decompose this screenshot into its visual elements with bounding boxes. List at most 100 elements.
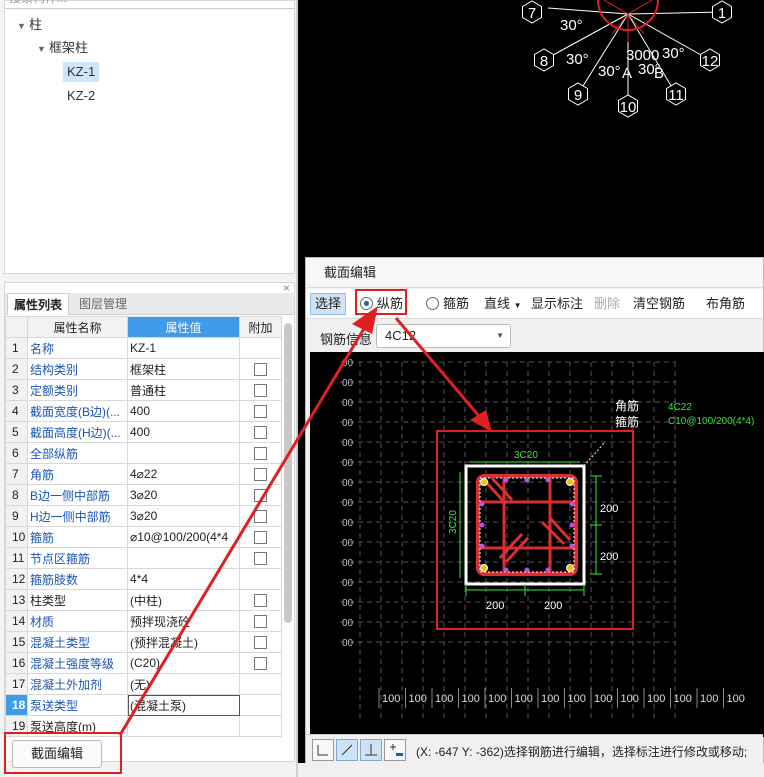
dimension-label[interactable]: 3C20 — [448, 510, 459, 534]
axis-node-icon[interactable]: 9 — [568, 82, 588, 106]
table-row[interactable]: 4 截面宽度(B边)(... 400 — [5, 400, 282, 422]
table-row[interactable]: 2 结构类别 框架柱 — [5, 358, 282, 380]
stirrup-radio[interactable]: 箍筋 — [426, 293, 469, 315]
extra-checkbox[interactable] — [254, 405, 267, 419]
table-row[interactable]: 11 节点区箍筋 — [5, 547, 282, 569]
property-value[interactable]: 普通柱 — [127, 379, 240, 401]
table-row[interactable]: 12 箍筋肢数 4*4 — [5, 568, 282, 590]
extra-checkbox[interactable] — [254, 657, 267, 671]
property-value[interactable]: 4*4 — [127, 568, 240, 590]
table-row[interactable]: 5 截面高度(H边)(... 400 — [5, 421, 282, 443]
side-rebar-dot[interactable] — [503, 477, 509, 483]
property-value[interactable]: 3⌀20 — [127, 484, 240, 506]
side-rebar-dot[interactable] — [569, 522, 575, 528]
property-value[interactable]: 框架柱 — [127, 358, 240, 380]
side-rebar-dot[interactable] — [545, 477, 551, 483]
table-row[interactable]: 9 H边一侧中部筋 3⌀20 — [5, 505, 282, 527]
extra-checkbox[interactable] — [254, 447, 267, 461]
corner-rebar-button[interactable]: 布角筋 — [706, 293, 745, 315]
table-row[interactable]: 15 混凝土类型 (预拌混凝土) — [5, 631, 282, 653]
property-value[interactable]: 400 — [127, 400, 240, 422]
scrollbar[interactable] — [284, 323, 292, 623]
table-row[interactable]: 18 泵送类型 (混凝土泵) — [5, 694, 282, 716]
side-rebar-dot[interactable] — [569, 501, 575, 507]
search-input[interactable]: 搜索构件... — [5, 0, 294, 9]
tree-node-frame-column[interactable]: ▼ 框架柱 — [37, 38, 88, 58]
extra-checkbox[interactable] — [254, 552, 267, 566]
snap-add-icon[interactable] — [384, 739, 406, 761]
side-rebar-dot[interactable] — [545, 567, 551, 573]
table-row[interactable]: 16 混凝土强度等级 (C20) — [5, 652, 282, 674]
axis-node-icon[interactable]: 8 — [534, 48, 554, 72]
axis-node-icon[interactable]: 7 — [522, 0, 542, 24]
property-value[interactable] — [127, 547, 240, 569]
tab-property-list[interactable]: 属性列表 — [7, 293, 70, 315]
dimension-label[interactable]: 200 — [486, 600, 504, 612]
property-value[interactable]: (混凝土泵) — [127, 694, 240, 716]
table-row[interactable]: 7 角筋 4⌀22 — [5, 463, 282, 485]
extra-checkbox[interactable] — [254, 636, 267, 650]
extra-checkbox[interactable] — [254, 510, 267, 524]
property-value[interactable]: 4⌀22 — [127, 463, 240, 485]
snap-diagonal-icon[interactable] — [336, 739, 358, 761]
corner-rebar-dot[interactable] — [566, 478, 574, 486]
side-rebar-dot[interactable] — [479, 522, 485, 528]
snap-corner-icon[interactable] — [312, 739, 334, 761]
dimension-label[interactable]: 3C20 — [514, 450, 538, 461]
collapse-arrow-icon[interactable]: ▼ — [17, 16, 29, 36]
tree-node-column[interactable]: ▼ 柱 — [17, 15, 42, 35]
extra-checkbox[interactable] — [254, 426, 267, 440]
property-value[interactable]: (预拌混凝土) — [127, 631, 240, 653]
collapse-arrow-icon[interactable]: ▼ — [37, 39, 49, 59]
side-rebar-dot[interactable] — [524, 477, 530, 483]
table-row[interactable]: 17 混凝土外加剂 (无) — [5, 673, 282, 695]
table-row[interactable]: 14 材质 预拌现浇砼 — [5, 610, 282, 632]
tree-node-kz1[interactable]: KZ-1 — [63, 62, 100, 82]
dimension-label[interactable]: 200 — [600, 503, 618, 515]
dimension-label[interactable]: 200 — [544, 600, 562, 612]
extra-checkbox[interactable] — [254, 489, 267, 503]
side-rebar-dot[interactable] — [524, 567, 530, 573]
corner-rebar-dot[interactable] — [480, 564, 488, 572]
extra-checkbox[interactable] — [254, 531, 267, 545]
stirrup-spec[interactable]: C10@100/200(4*4) — [668, 416, 754, 427]
property-value[interactable]: 3⌀20 — [127, 505, 240, 527]
property-value[interactable]: (C20) — [127, 652, 240, 674]
extra-checkbox[interactable] — [254, 363, 267, 377]
axis-node-icon[interactable]: 11 — [666, 82, 686, 106]
extra-checkbox[interactable] — [254, 384, 267, 398]
table-row[interactable]: 1 名称 KZ-1 — [5, 337, 282, 359]
show-dimension-button[interactable]: 显示标注 — [531, 293, 583, 315]
corner-rebar-dot[interactable] — [566, 564, 574, 572]
extra-checkbox[interactable] — [254, 615, 267, 629]
dimension-label[interactable]: 200 — [600, 551, 618, 563]
line-dropdown[interactable]: 直线 ▼ — [484, 293, 522, 315]
side-rebar-dot[interactable] — [503, 567, 509, 573]
extra-checkbox[interactable] — [254, 468, 267, 482]
longitudinal-radio[interactable]: 纵筋 — [360, 293, 403, 315]
delete-button[interactable]: 删除 — [594, 293, 620, 315]
side-rebar-dot[interactable] — [569, 543, 575, 549]
tab-layer-manage[interactable]: 图层管理 — [73, 293, 133, 315]
axis-node-icon[interactable]: 1 — [712, 0, 732, 24]
table-row[interactable]: 10 箍筋 ⌀10@100/200(4*4 — [5, 526, 282, 548]
property-value[interactable]: KZ-1 — [127, 337, 240, 359]
snap-perpendicular-icon[interactable] — [360, 739, 382, 761]
property-value[interactable]: ⌀10@100/200(4*4 — [127, 526, 240, 548]
side-rebar-dot[interactable] — [479, 501, 485, 507]
table-row[interactable]: 13 柱类型 (中柱) — [5, 589, 282, 611]
property-value[interactable]: (中柱) — [127, 589, 240, 611]
axis-node-icon[interactable]: 12 — [700, 48, 720, 72]
property-value[interactable]: (无) — [127, 673, 240, 695]
axis-node-icon[interactable]: 10 — [618, 94, 638, 118]
table-row[interactable]: 6 全部纵筋 — [5, 442, 282, 464]
section-canvas[interactable]: 00 00 00 00 00 00 00 00 00 00 00 00 00 00 00 100 100 100 1… — [310, 352, 764, 737]
select-button[interactable]: 选择 — [310, 293, 347, 315]
corner-rebar-spec[interactable]: 4C22 — [668, 402, 692, 413]
property-value[interactable]: 预拌现浇砼 — [127, 610, 240, 632]
clear-rebar-button[interactable]: 清空钢筋 — [633, 293, 685, 315]
property-value[interactable] — [127, 442, 240, 464]
property-value[interactable] — [127, 715, 240, 737]
side-rebar-dot[interactable] — [479, 543, 485, 549]
rebar-info-select[interactable]: 4C12 ▼ — [376, 324, 511, 348]
